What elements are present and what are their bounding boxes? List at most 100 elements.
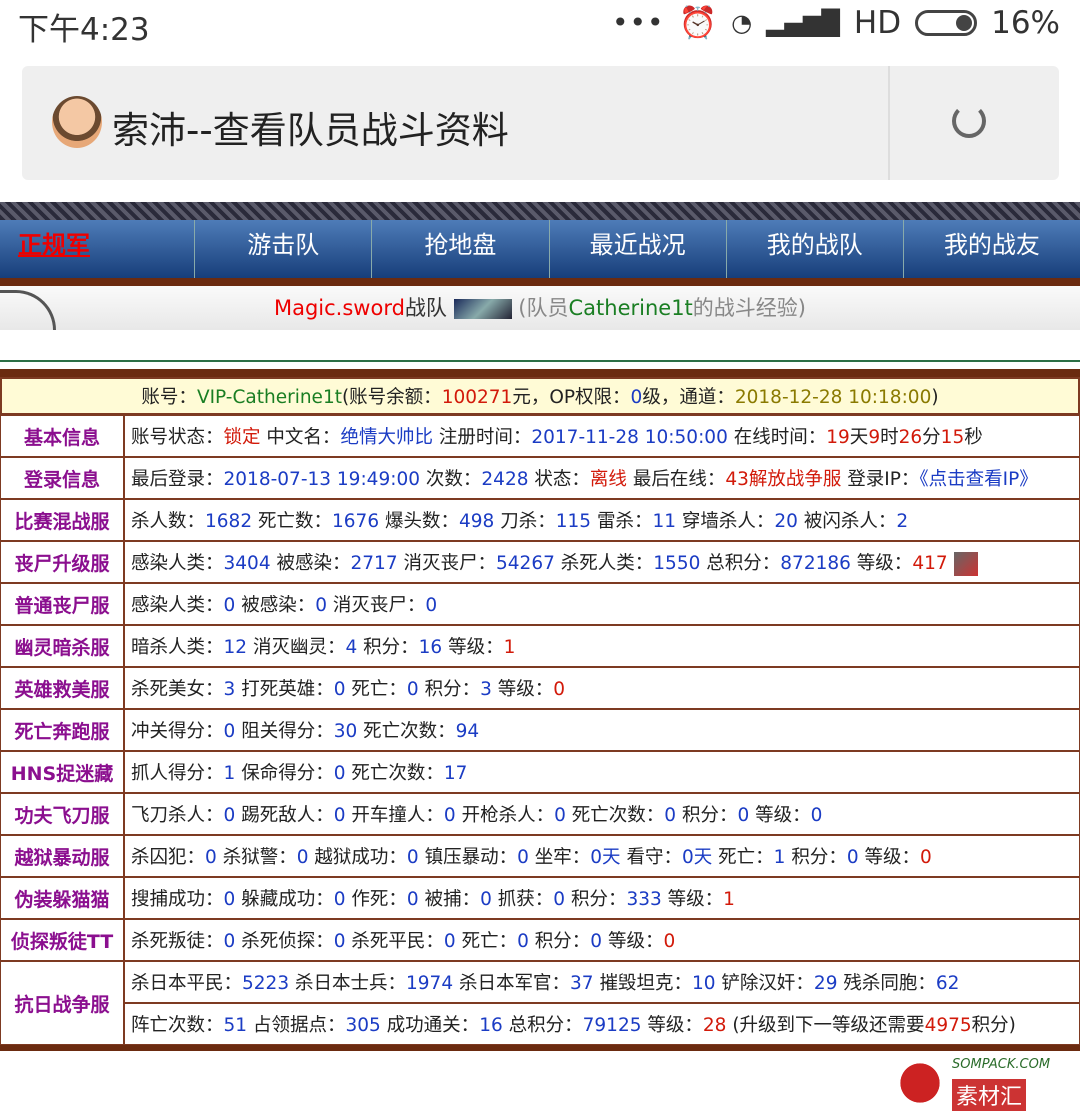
last-login: 2018-07-13 19:49:00 xyxy=(223,469,420,490)
table-row: 越狱暴动服 杀囚犯：0 杀狱警：0 越狱成功：0 镇压暴动：0 坐牢：0天 看守… xyxy=(0,835,1080,877)
more-dots-icon: ••• xyxy=(611,6,665,39)
balance-unit: 元， xyxy=(512,387,550,408)
table-row: 死亡奔跑服 冲关得分：0 阻关得分：30 死亡次数：94 xyxy=(0,709,1080,751)
table-row: 伪装躲猫猫 搜捕成功：0 躲藏成功：0 作死：0 被捕：0 抓获：0 积分：33… xyxy=(0,877,1080,919)
row-label: 丧尸升级服 xyxy=(0,541,124,583)
page-title: 索沛--查看队员战斗资料 xyxy=(112,109,509,152)
table-row: 丧尸升级服 感染人类：3404 被感染：2717 消灭丧尸：54267 杀死人类… xyxy=(0,541,1080,583)
row-label: 基本信息 xyxy=(0,415,124,457)
account-close: ) xyxy=(931,387,939,408)
view-ip-link[interactable]: 《点击查看IP》 xyxy=(919,469,1037,490)
op-label: OP权限： xyxy=(549,387,631,408)
row-label: 普通丧尸服 xyxy=(0,583,124,625)
table-row: 登录信息 最后登录：2018-07-13 19:49:00 次数：2428 状态… xyxy=(0,457,1080,499)
nav-item-recent[interactable]: 最近战况 xyxy=(550,220,727,278)
alarm-icon: ⏰ xyxy=(678,5,718,41)
main-nav: 正规军 游击队 抢地盘 最近战况 我的战队 我的战友 xyxy=(0,220,1080,278)
table-row: HNS捉迷藏 抓人得分：1 保命得分：0 死亡次数：17 xyxy=(0,751,1080,793)
nav-border xyxy=(0,278,1080,286)
table-row: 基本信息 账号状态：锁定 中文名：绝情大帅比 注册时间：2017-11-28 1… xyxy=(0,415,1080,457)
row-label: 抗日战争服 xyxy=(0,961,124,1045)
chinese-name: 绝情大帅比 xyxy=(340,427,433,448)
row-label: 功夫飞刀服 xyxy=(0,793,124,835)
table-row: 幽灵暗杀服 暗杀人类：12 消灭幽灵：4 积分：16 等级：1 xyxy=(0,625,1080,667)
op-unit: 级， xyxy=(642,387,680,408)
row-label: 侦探叛徒TT xyxy=(0,919,124,961)
account-status: 锁定 xyxy=(223,427,261,448)
nav-item-my-team[interactable]: 我的战队 xyxy=(727,220,904,278)
table-row: 比赛混战服 杀人数：1682 死亡数：1676 爆头数：498 刀杀：115 雷… xyxy=(0,499,1080,541)
table-top-border xyxy=(0,369,1080,377)
reload-icon[interactable] xyxy=(952,104,986,138)
row-content: 杀囚犯：0 杀狱警：0 越狱成功：0 镇压暴动：0 坐牢：0天 看守：0天 死亡… xyxy=(124,835,1080,877)
account-cell: 账号：VIP-Catherine1t(账号余额：100271元，OP权限：0级，… xyxy=(0,377,1080,415)
member-prefix: (队员 xyxy=(518,296,569,320)
row-label: 英雄救美服 xyxy=(0,667,124,709)
watermark-url: SOMPACK.COM xyxy=(952,1057,1051,1072)
table-row: 阵亡次数：51 占领据点：305 成功通关：16 总积分：79125 等级：28… xyxy=(0,1003,1080,1045)
nav-item-guerrilla[interactable]: 游击队 xyxy=(195,220,373,278)
row-label: 死亡奔跑服 xyxy=(0,709,124,751)
channel-value: 2018-12-28 10:18:00 xyxy=(734,387,932,408)
register-time: 2017-11-28 10:50:00 xyxy=(531,427,728,448)
table-row: 英雄救美服 杀死美女：3 打死英雄：0 死亡：0 积分：3 等级：0 xyxy=(0,667,1080,709)
site-favicon-icon xyxy=(52,96,102,148)
channel-label: 通道： xyxy=(679,387,735,408)
rank-badge-icon xyxy=(953,551,978,576)
row-content: 最后登录：2018-07-13 19:49:00 次数：2428 状态：离线 最… xyxy=(124,457,1080,499)
row-content: 抓人得分：1 保命得分：0 死亡次数：17 xyxy=(124,751,1080,793)
account-row: 账号：VIP-Catherine1t(账号余额：100271元，OP权限：0级，… xyxy=(0,377,1080,415)
row-label: 越狱暴动服 xyxy=(0,835,124,877)
status-icons: ••• ⏰ ◔ ▂▄▆█ HD 16% xyxy=(611,4,1060,42)
row-content: 杀死叛徒：0 杀死侦探：0 杀死平民：0 死亡：0 积分：0 等级：0 xyxy=(124,919,1080,961)
wifi-icon: ◔ xyxy=(731,8,753,37)
row-content: 搜捕成功：0 躲藏成功：0 作死：0 被捕：0 抓获：0 积分：333 等级：1 xyxy=(124,877,1080,919)
team-suffix: 战队 xyxy=(404,296,447,320)
row-content: 杀日本平民：5223 杀日本士兵：1974 杀日本军官：37 摧毁坦克：10 铲… xyxy=(124,961,1080,1003)
nav-decoration xyxy=(0,202,1080,220)
table-row: 侦探叛徒TT 杀死叛徒：0 杀死侦探：0 杀死平民：0 死亡：0 积分：0 等级… xyxy=(0,919,1080,961)
balance-value: 100271 xyxy=(441,387,513,408)
separator xyxy=(0,360,1080,362)
stats-table: 账号：VIP-Catherine1t(账号余额：100271元，OP权限：0级，… xyxy=(0,369,1080,1051)
row-content: 暗杀人类：12 消灭幽灵：4 积分：16 等级：1 xyxy=(124,625,1080,667)
online-state: 离线 xyxy=(589,469,627,490)
team-emblem-icon xyxy=(453,299,512,319)
op-value: 0 xyxy=(630,387,643,408)
status-bar: 下午4:23 ••• ⏰ ◔ ▂▄▆█ HD 16% xyxy=(0,0,1080,49)
battery-icon xyxy=(915,9,978,36)
table-bottom-border xyxy=(0,1045,1080,1051)
row-label: 伪装躲猫猫 xyxy=(0,877,124,919)
signal-icon: ▂▄▆█ xyxy=(766,8,840,37)
login-count: 2428 xyxy=(481,469,529,490)
last-server: 43解放战争服 xyxy=(725,469,842,490)
row-content: 杀人数：1682 死亡数：1676 爆头数：498 刀杀：115 雷杀：11 穿… xyxy=(124,499,1080,541)
table-row: 功夫飞刀服 飞刀杀人：0 踢死敌人：0 开车撞人：0 开枪杀人：0 死亡次数：0… xyxy=(0,793,1080,835)
row-label: 比赛混战服 xyxy=(0,499,124,541)
status-time: 下午4:23 xyxy=(18,12,150,48)
battery-level: 16% xyxy=(991,4,1060,41)
watermark-logo: SOMPACK.COM 素材汇 xyxy=(888,1053,1076,1113)
member-name: Catherine1t xyxy=(568,296,693,320)
team-name[interactable]: Magic.sword xyxy=(274,296,405,320)
nav-item-regular[interactable]: 正规军 xyxy=(0,220,196,278)
row-content: 冲关得分：0 阻关得分：30 死亡次数：94 xyxy=(124,709,1080,751)
nav-item-my-friends[interactable]: 我的战友 xyxy=(904,220,1080,278)
row-label: HNS捉迷藏 xyxy=(0,751,124,793)
row-content: 阵亡次数：51 占领据点：305 成功通关：16 总积分：79125 等级：28… xyxy=(124,1003,1080,1045)
team-header: Magic.sword战队 (队员Catherine1t的战斗经验) xyxy=(0,286,1080,330)
table-row: 普通丧尸服 感染人类：0 被感染：0 消灭丧尸：0 xyxy=(0,583,1080,625)
watermark-emblem-icon xyxy=(894,1059,946,1107)
table-row: 抗日战争服 杀日本平民：5223 杀日本士兵：1974 杀日本军官：37 摧毁坦… xyxy=(0,961,1080,1045)
row-content: 飞刀杀人：0 踢死敌人：0 开车撞人：0 开枪杀人：0 死亡次数：0 积分：0 … xyxy=(124,793,1080,835)
nav-item-territory[interactable]: 抢地盘 xyxy=(372,220,550,278)
row-content: 杀死美女：3 打死英雄：0 死亡：0 积分：3 等级：0 xyxy=(124,667,1080,709)
row-label: 幽灵暗杀服 xyxy=(0,625,124,667)
divider xyxy=(888,66,890,180)
balance-label: (账号余额： xyxy=(341,387,442,408)
account-id: VIP-Catherine1t xyxy=(196,387,342,408)
team-info: Magic.sword战队 (队员Catherine1t的战斗经验) xyxy=(0,292,1080,322)
row-content: 感染人类：0 被感染：0 消灭丧尸：0 xyxy=(124,583,1080,625)
browser-title-bar[interactable]: 索沛--查看队员战斗资料 xyxy=(22,66,1059,180)
member-suffix: 的战斗经验) xyxy=(692,296,806,320)
